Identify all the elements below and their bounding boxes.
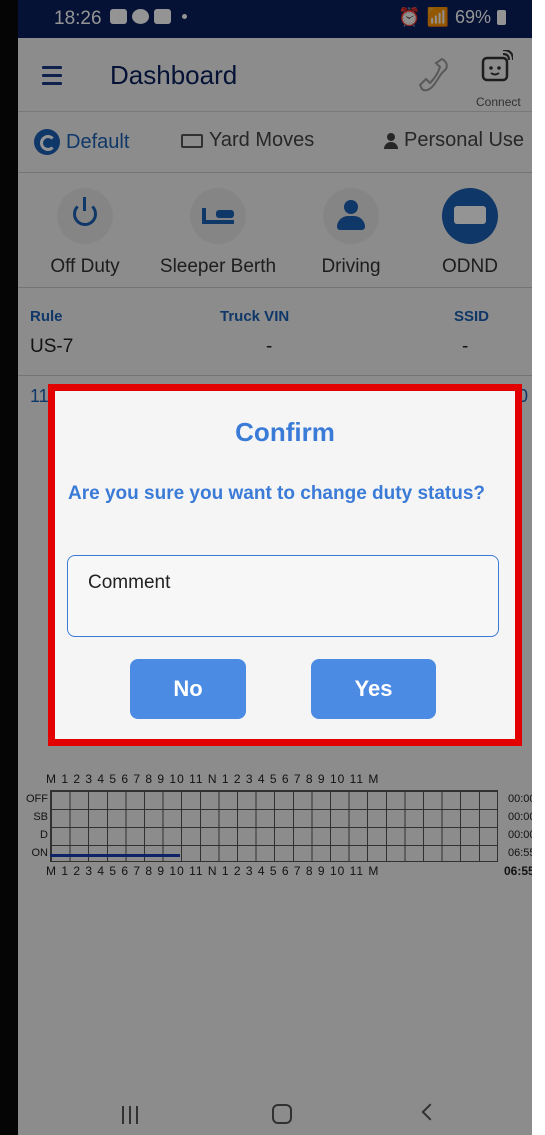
screen-edge-left: [0, 0, 18, 1135]
confirm-dialog: Confirm Are you sure you want to change …: [55, 391, 515, 739]
comment-placeholder: Comment: [88, 572, 171, 593]
no-button[interactable]: No: [130, 659, 246, 719]
dialog-message: Are you sure you want to change duty sta…: [68, 483, 486, 504]
comment-input[interactable]: Comment: [67, 555, 499, 637]
app-screen: 18:26 ⏰ 📶 69% Dashboard Connect Default …: [18, 0, 532, 1135]
dialog-title: Confirm: [235, 417, 335, 447]
screen-edge-right: [532, 0, 545, 1135]
phone-screen: 18:26 ⏰ 📶 69% Dashboard Connect Default …: [0, 0, 545, 1135]
yes-button[interactable]: Yes: [311, 659, 436, 719]
